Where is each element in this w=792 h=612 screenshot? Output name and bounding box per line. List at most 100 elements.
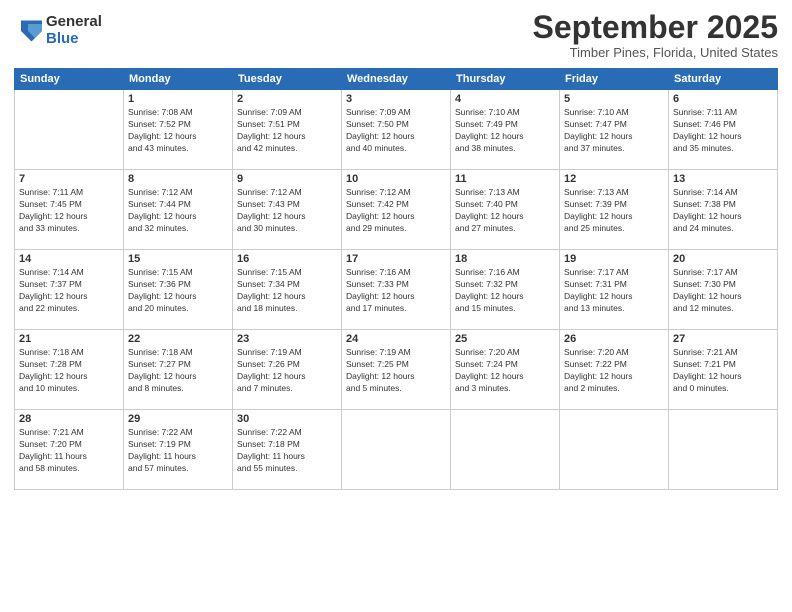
- calendar-cell: 1 Sunrise: 7:08 AMSunset: 7:52 PMDaylight…: [124, 90, 233, 170]
- day-number: 23: [237, 333, 337, 345]
- calendar-cell: 11 Sunrise: 7:13 AMSunset: 7:40 PMDayligh…: [451, 170, 560, 250]
- calendar-cell: 9 Sunrise: 7:12 AMSunset: 7:43 PMDaylight…: [233, 170, 342, 250]
- title-block: September 2025 Timber Pines, Florida, Un…: [533, 10, 778, 60]
- day-number: 17: [346, 253, 446, 265]
- calendar-cell: 6Sunrise: 7:11 AMSunset: 7:46 PMDaylight…: [669, 90, 778, 170]
- day-number: 20: [673, 253, 773, 265]
- day-number: 10: [346, 173, 446, 185]
- day-number: 5: [564, 93, 664, 105]
- day-info: Sunrise: 7:22 AMSunset: 7:18 PMDaylight:…: [237, 427, 337, 475]
- calendar-header-row: Sunday Monday Tuesday Wednesday Thursday…: [15, 69, 778, 90]
- calendar-cell: 7 Sunrise: 7:11 AMSunset: 7:45 PMDaylight…: [15, 170, 124, 250]
- day-info: Sunrise: 7:09 AMSunset: 7:51 PMDaylight:…: [237, 107, 337, 155]
- calendar-cell: 30 Sunrise: 7:22 AMSunset: 7:18 PMDayligh…: [233, 410, 342, 490]
- page-header: General Blue September 2025 Timber Pines…: [14, 10, 778, 60]
- week-row-2: 14Sunrise: 7:14 AMSunset: 7:37 PMDayligh…: [15, 250, 778, 330]
- day-info: Sunrise: 7:13 AMSunset: 7:40 PMDaylight:…: [455, 187, 555, 235]
- week-row-4: 28 Sunrise: 7:21 AMSunset: 7:20 PMDayligh…: [15, 410, 778, 490]
- day-number: 11: [455, 173, 555, 185]
- calendar-cell: 14Sunrise: 7:14 AMSunset: 7:37 PMDayligh…: [15, 250, 124, 330]
- calendar-cell: 18 Sunrise: 7:16 AMSunset: 7:32 PMDayligh…: [451, 250, 560, 330]
- calendar-cell: 23 Sunrise: 7:19 AMSunset: 7:26 PMDayligh…: [233, 330, 342, 410]
- calendar-cell: [560, 410, 669, 490]
- calendar-cell: 20 Sunrise: 7:17 AMSunset: 7:30 PMDayligh…: [669, 250, 778, 330]
- calendar-cell: 24 Sunrise: 7:19 AMSunset: 7:25 PMDayligh…: [342, 330, 451, 410]
- day-number: 15: [128, 253, 228, 265]
- logo-text: General Blue: [46, 14, 102, 47]
- day-number: 13: [673, 173, 773, 185]
- day-number: 12: [564, 173, 664, 185]
- day-info: Sunrise: 7:15 AMSunset: 7:36 PMDaylight:…: [128, 267, 228, 315]
- day-number: 26: [564, 333, 664, 345]
- day-number: 7: [19, 173, 119, 185]
- day-number: 28: [19, 413, 119, 425]
- calendar-cell: [15, 90, 124, 170]
- calendar-cell: [669, 410, 778, 490]
- location-subtitle: Timber Pines, Florida, United States: [533, 45, 778, 60]
- day-info: Sunrise: 7:08 AMSunset: 7:52 PMDaylight:…: [128, 107, 228, 155]
- day-info: Sunrise: 7:16 AMSunset: 7:32 PMDaylight:…: [455, 267, 555, 315]
- logo: General Blue: [14, 14, 102, 47]
- day-info: Sunrise: 7:20 AMSunset: 7:22 PMDaylight:…: [564, 347, 664, 395]
- calendar-cell: 12 Sunrise: 7:13 AMSunset: 7:39 PMDayligh…: [560, 170, 669, 250]
- col-wednesday: Wednesday: [342, 69, 451, 90]
- calendar-cell: 8 Sunrise: 7:12 AMSunset: 7:44 PMDaylight…: [124, 170, 233, 250]
- day-number: 19: [564, 253, 664, 265]
- day-info: Sunrise: 7:12 AMSunset: 7:43 PMDaylight:…: [237, 187, 337, 235]
- month-title: September 2025: [533, 10, 778, 45]
- week-row-3: 21Sunrise: 7:18 AMSunset: 7:28 PMDayligh…: [15, 330, 778, 410]
- day-info: Sunrise: 7:09 AMSunset: 7:50 PMDaylight:…: [346, 107, 446, 155]
- day-number: 27: [673, 333, 773, 345]
- day-number: 8: [128, 173, 228, 185]
- day-number: 25: [455, 333, 555, 345]
- day-info: Sunrise: 7:21 AMSunset: 7:21 PMDaylight:…: [673, 347, 773, 395]
- day-info: Sunrise: 7:19 AMSunset: 7:26 PMDaylight:…: [237, 347, 337, 395]
- calendar-cell: 22 Sunrise: 7:18 AMSunset: 7:27 PMDayligh…: [124, 330, 233, 410]
- logo-general: General: [46, 14, 102, 31]
- day-info: Sunrise: 7:15 AMSunset: 7:34 PMDaylight:…: [237, 267, 337, 315]
- day-number: 30: [237, 413, 337, 425]
- calendar-cell: 26 Sunrise: 7:20 AMSunset: 7:22 PMDayligh…: [560, 330, 669, 410]
- day-number: 1: [128, 93, 228, 105]
- col-thursday: Thursday: [451, 69, 560, 90]
- day-info: Sunrise: 7:21 AMSunset: 7:20 PMDaylight:…: [19, 427, 119, 475]
- day-number: 14: [19, 253, 119, 265]
- calendar-cell: 2Sunrise: 7:09 AMSunset: 7:51 PMDaylight…: [233, 90, 342, 170]
- day-info: Sunrise: 7:20 AMSunset: 7:24 PMDaylight:…: [455, 347, 555, 395]
- day-number: 29: [128, 413, 228, 425]
- week-row-0: 1 Sunrise: 7:08 AMSunset: 7:52 PMDaylight…: [15, 90, 778, 170]
- day-number: 22: [128, 333, 228, 345]
- day-info: Sunrise: 7:14 AMSunset: 7:38 PMDaylight:…: [673, 187, 773, 235]
- calendar-cell: 10Sunrise: 7:12 AMSunset: 7:42 PMDayligh…: [342, 170, 451, 250]
- calendar-cell: 25 Sunrise: 7:20 AMSunset: 7:24 PMDayligh…: [451, 330, 560, 410]
- col-saturday: Saturday: [669, 69, 778, 90]
- day-info: Sunrise: 7:17 AMSunset: 7:30 PMDaylight:…: [673, 267, 773, 315]
- calendar-cell: 28 Sunrise: 7:21 AMSunset: 7:20 PMDayligh…: [15, 410, 124, 490]
- calendar-cell: 5Sunrise: 7:10 AMSunset: 7:47 PMDaylight…: [560, 90, 669, 170]
- day-info: Sunrise: 7:22 AMSunset: 7:19 PMDaylight:…: [128, 427, 228, 475]
- calendar-cell: 17 Sunrise: 7:16 AMSunset: 7:33 PMDayligh…: [342, 250, 451, 330]
- day-info: Sunrise: 7:16 AMSunset: 7:33 PMDaylight:…: [346, 267, 446, 315]
- calendar-cell: 19 Sunrise: 7:17 AMSunset: 7:31 PMDayligh…: [560, 250, 669, 330]
- day-number: 24: [346, 333, 446, 345]
- calendar-cell: 15 Sunrise: 7:15 AMSunset: 7:36 PMDayligh…: [124, 250, 233, 330]
- day-info: Sunrise: 7:19 AMSunset: 7:25 PMDaylight:…: [346, 347, 446, 395]
- day-info: Sunrise: 7:17 AMSunset: 7:31 PMDaylight:…: [564, 267, 664, 315]
- day-number: 4: [455, 93, 555, 105]
- col-sunday: Sunday: [15, 69, 124, 90]
- day-number: 9: [237, 173, 337, 185]
- day-info: Sunrise: 7:13 AMSunset: 7:39 PMDaylight:…: [564, 187, 664, 235]
- day-info: Sunrise: 7:18 AMSunset: 7:27 PMDaylight:…: [128, 347, 228, 395]
- day-info: Sunrise: 7:12 AMSunset: 7:44 PMDaylight:…: [128, 187, 228, 235]
- calendar-cell: 3Sunrise: 7:09 AMSunset: 7:50 PMDaylight…: [342, 90, 451, 170]
- col-friday: Friday: [560, 69, 669, 90]
- day-info: Sunrise: 7:11 AMSunset: 7:46 PMDaylight:…: [673, 107, 773, 155]
- day-number: 18: [455, 253, 555, 265]
- day-info: Sunrise: 7:11 AMSunset: 7:45 PMDaylight:…: [19, 187, 119, 235]
- logo-blue: Blue: [46, 31, 102, 48]
- calendar-cell: 29 Sunrise: 7:22 AMSunset: 7:19 PMDayligh…: [124, 410, 233, 490]
- week-row-1: 7 Sunrise: 7:11 AMSunset: 7:45 PMDaylight…: [15, 170, 778, 250]
- calendar-table: Sunday Monday Tuesday Wednesday Thursday…: [14, 68, 778, 490]
- calendar-cell: 4Sunrise: 7:10 AMSunset: 7:49 PMDaylight…: [451, 90, 560, 170]
- day-info: Sunrise: 7:18 AMSunset: 7:28 PMDaylight:…: [19, 347, 119, 395]
